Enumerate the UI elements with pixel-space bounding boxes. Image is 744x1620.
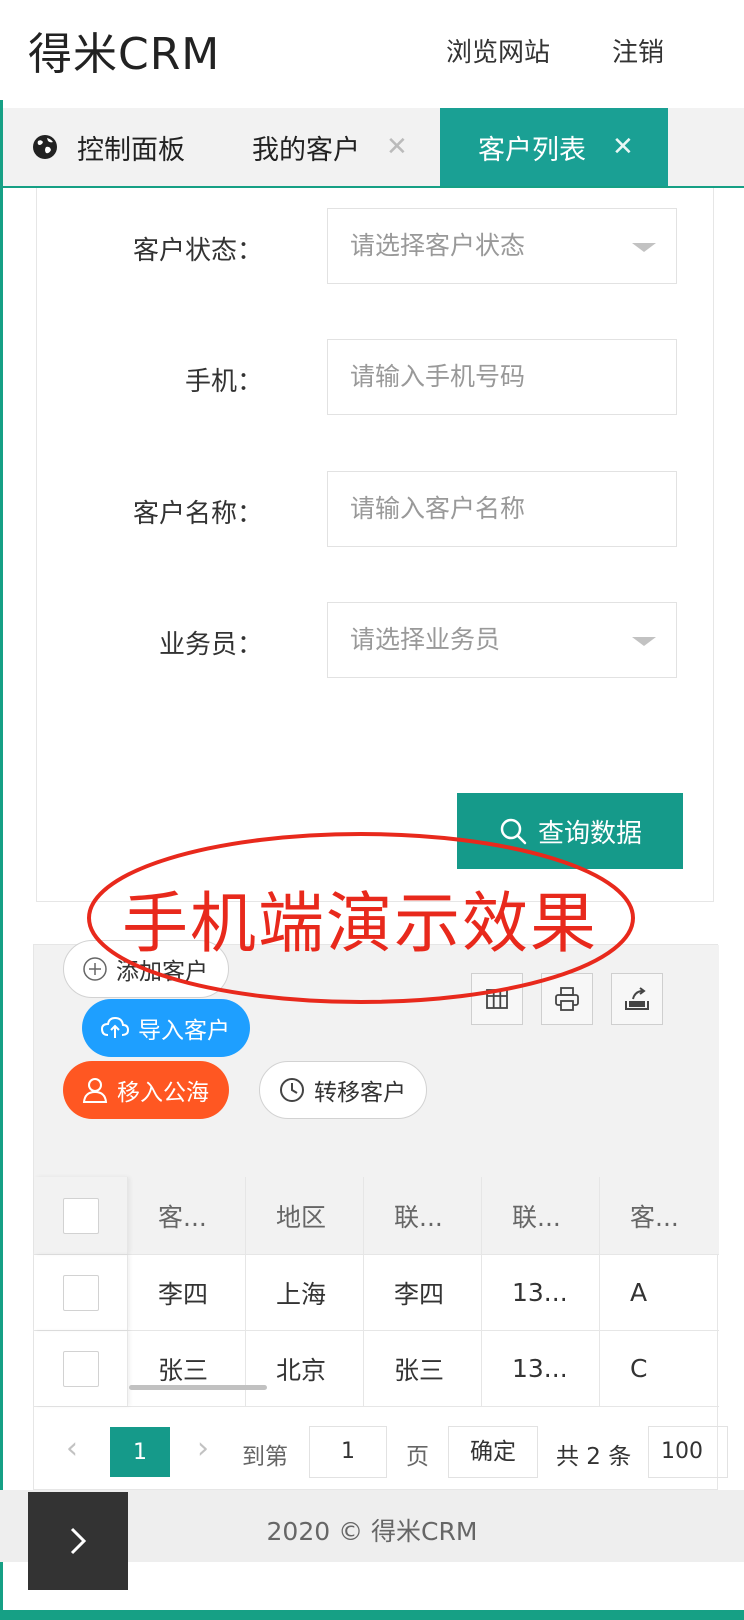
- table-toolbar: 添加客户 导入客户 移入公海 转移客户: [34, 940, 719, 1177]
- table-cell: 13...: [482, 1255, 600, 1330]
- move-to-pool-label: 移入公海: [117, 1080, 209, 1106]
- prev-page-icon[interactable]: ‹: [66, 1431, 78, 1466]
- add-customer-button[interactable]: 添加客户: [63, 940, 229, 998]
- customer-table-panel: 添加客户 导入客户 移入公海 转移客户 客... 地区 联... 联... 客.…: [33, 940, 728, 1491]
- transfer-customer-button[interactable]: 转移客户: [259, 1061, 427, 1119]
- customer-name-input[interactable]: 请输入客户名称: [327, 471, 677, 547]
- pagination: ‹ 1 › 到第 1 页 确定 共 2 条 100: [34, 1413, 728, 1491]
- cloud-upload-icon: [100, 1016, 130, 1038]
- select-all-checkbox[interactable]: [62, 1197, 99, 1234]
- tab-label: 控制面板: [77, 134, 185, 166]
- column-header[interactable]: 客...: [600, 1177, 719, 1254]
- sidebar-toggle-button[interactable]: [28, 1492, 128, 1590]
- plus-circle-icon: [83, 957, 107, 981]
- browse-site-link[interactable]: 浏览网站: [446, 32, 550, 69]
- query-button-label: 查询数据: [537, 818, 642, 849]
- add-customer-label: 添加客户: [116, 959, 208, 985]
- dropdown-arrow-icon: [632, 243, 656, 252]
- user-icon: [82, 1078, 108, 1103]
- customer-name-placeholder: 请输入客户名称: [350, 494, 526, 523]
- column-header[interactable]: 地区: [246, 1177, 364, 1254]
- export-icon[interactable]: [611, 973, 663, 1025]
- status-placeholder: 请选择客户状态: [350, 231, 526, 260]
- table-cell: 13...: [482, 1331, 600, 1406]
- tab-customer-list[interactable]: 客户列表 ✕: [440, 108, 668, 186]
- header-checkbox-cell: [34, 1177, 128, 1254]
- salesman-placeholder: 请选择业务员: [350, 625, 501, 654]
- goto-page-input[interactable]: 1: [309, 1426, 387, 1478]
- table-header-row: 客... 地区 联... 联... 客...: [34, 1177, 719, 1255]
- column-header[interactable]: 客...: [128, 1177, 246, 1254]
- page: 得米CRM 浏览网站 注销 控制面板 我的客户 ✕ 客户列表 ✕ 客户状态： 请…: [0, 0, 744, 1620]
- row-checkbox-cell: [34, 1331, 128, 1406]
- tab-bar: 控制面板 我的客户 ✕ 客户列表 ✕: [3, 108, 744, 188]
- chevron-right-icon: [70, 1527, 87, 1555]
- close-icon[interactable]: ✕: [386, 132, 408, 162]
- status-select[interactable]: 请选择客户状态: [327, 208, 677, 284]
- print-icon[interactable]: [541, 973, 593, 1025]
- row-checkbox-cell: [34, 1255, 128, 1330]
- transfer-customer-label: 转移客户: [314, 1080, 406, 1106]
- row-checkbox[interactable]: [62, 1350, 99, 1387]
- next-page-icon[interactable]: ›: [197, 1431, 209, 1466]
- tab-dashboard[interactable]: 控制面板: [31, 108, 185, 186]
- phone-placeholder: 请输入手机号码: [350, 362, 526, 391]
- salesman-select[interactable]: 请选择业务员: [327, 602, 677, 678]
- query-button[interactable]: 查询数据: [457, 793, 683, 869]
- table-cell: 李四: [364, 1255, 482, 1330]
- import-customer-label: 导入客户: [138, 1018, 230, 1044]
- search-icon: [500, 818, 527, 845]
- app-logo[interactable]: 得米CRM: [28, 18, 220, 82]
- columns-icon[interactable]: [471, 973, 523, 1025]
- confirm-page-button[interactable]: 确定: [448, 1426, 538, 1478]
- phone-input[interactable]: 请输入手机号码: [327, 339, 677, 415]
- globe-icon: [33, 135, 57, 159]
- table-cell: 李四: [128, 1255, 246, 1330]
- column-header[interactable]: 联...: [482, 1177, 600, 1254]
- tab-label: 客户列表: [478, 134, 586, 166]
- horizontal-scrollbar[interactable]: [129, 1385, 267, 1390]
- move-to-pool-button[interactable]: 移入公海: [63, 1061, 229, 1119]
- tab-label: 我的客户: [252, 134, 360, 166]
- dropdown-arrow-icon: [632, 637, 656, 646]
- status-label: 客户状态：: [132, 236, 263, 266]
- customer-name-label: 客户名称：: [132, 499, 263, 529]
- goto-label: 到第: [242, 1444, 288, 1470]
- import-customer-button[interactable]: 导入客户: [82, 999, 250, 1057]
- phone-label: 手机：: [184, 367, 263, 397]
- tab-my-customers[interactable]: 我的客户 ✕: [252, 108, 408, 186]
- total-count: 共 2 条: [556, 1444, 632, 1470]
- salesman-label: 业务员：: [158, 630, 263, 660]
- clock-icon: [280, 1078, 304, 1102]
- top-header: 得米CRM 浏览网站 注销: [0, 0, 744, 100]
- column-header[interactable]: 联...: [364, 1177, 482, 1254]
- logout-link[interactable]: 注销: [612, 32, 664, 69]
- table-cell: 张三: [128, 1331, 246, 1406]
- left-accent-bar: [0, 100, 3, 1620]
- current-page[interactable]: 1: [110, 1427, 170, 1477]
- page-size-select[interactable]: 100: [648, 1426, 728, 1478]
- page-unit-label: 页: [406, 1444, 429, 1470]
- table-cell: C: [630, 1354, 648, 1383]
- table-row[interactable]: 李四 上海 李四 13... A: [34, 1255, 719, 1331]
- bottom-accent-bar: [0, 1610, 744, 1620]
- search-form: 客户状态： 请选择客户状态 手机： 请输入手机号码 客户名称： 请输入客户名称 …: [36, 188, 714, 902]
- table-cell: 张三: [364, 1331, 482, 1406]
- row-checkbox[interactable]: [62, 1274, 99, 1311]
- table-row[interactable]: 张三 北京 张三 13... C: [34, 1331, 719, 1407]
- table-cell: 北京: [246, 1331, 364, 1406]
- table-cell: 上海: [246, 1255, 364, 1330]
- close-icon[interactable]: ✕: [612, 132, 634, 162]
- table-cell: A: [630, 1278, 648, 1307]
